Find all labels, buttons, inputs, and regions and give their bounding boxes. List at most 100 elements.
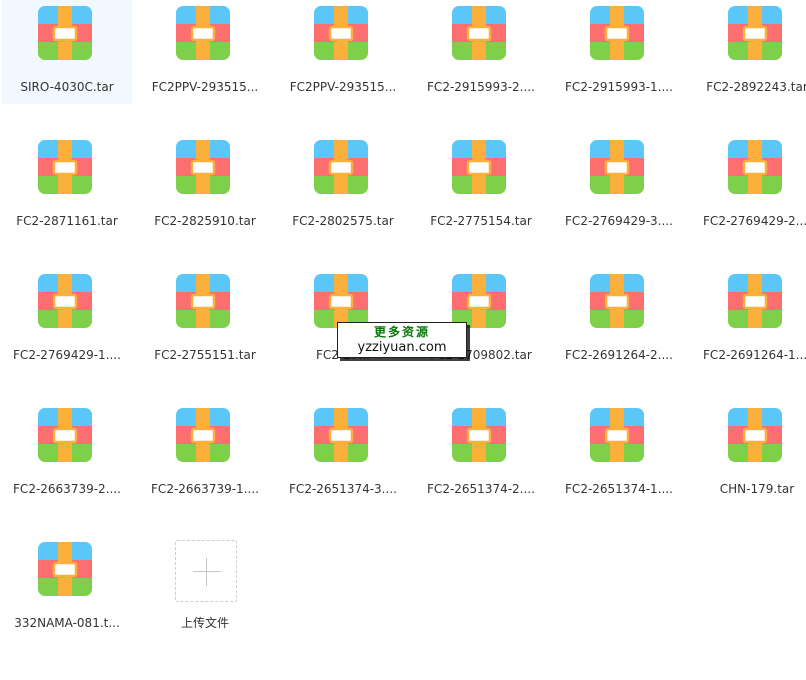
file-item[interactable]: SIRO-4030C.tar bbox=[2, 0, 132, 104]
upload-file-button[interactable]: 上传文件 bbox=[140, 536, 270, 640]
upload-file-label: 上传文件 bbox=[180, 616, 229, 630]
archive-file-icon-graphic bbox=[38, 542, 92, 596]
archive-file-icon bbox=[590, 274, 644, 328]
file-item[interactable]: FC2-2691264-2.... bbox=[554, 268, 684, 372]
file-item[interactable]: FC2-2663739-2.... bbox=[2, 402, 132, 506]
archive-file-icon bbox=[38, 408, 92, 462]
archive-file-icon-graphic bbox=[38, 408, 92, 462]
archive-file-icon-graphic bbox=[452, 274, 506, 328]
archive-file-icon bbox=[176, 6, 230, 60]
file-name: FC2PPV-293515... bbox=[289, 80, 397, 94]
file-item[interactable]: FC2-2769429-2.... bbox=[692, 134, 806, 238]
archive-file-icon-graphic bbox=[590, 140, 644, 194]
archive-file-icon bbox=[452, 6, 506, 60]
archive-file-icon bbox=[452, 140, 506, 194]
archive-file-icon-graphic bbox=[452, 6, 506, 60]
archive-file-icon bbox=[452, 274, 506, 328]
archive-file-icon bbox=[728, 140, 782, 194]
file-name: FC2-2871161.tar bbox=[16, 214, 118, 228]
archive-file-icon-graphic bbox=[314, 408, 368, 462]
watermark: 更多资源 yzziyuan.com bbox=[337, 322, 467, 358]
archive-file-icon-graphic bbox=[452, 408, 506, 462]
file-name: FC2PPV-293515... bbox=[151, 80, 259, 94]
archive-file-icon-graphic bbox=[590, 408, 644, 462]
file-name: FC2-2663739-2.... bbox=[13, 482, 121, 496]
file-name: FC2-2769429-1.... bbox=[13, 348, 121, 362]
file-item[interactable]: CHN-179.tar bbox=[692, 402, 806, 506]
file-item[interactable]: FC2PPV-293515... bbox=[140, 0, 270, 104]
archive-file-icon-graphic bbox=[728, 408, 782, 462]
archive-file-icon bbox=[728, 274, 782, 328]
file-item[interactable]: FC2-2755151.tar bbox=[140, 268, 270, 372]
archive-file-icon-graphic bbox=[38, 6, 92, 60]
file-name: CHN-179.tar bbox=[719, 482, 795, 496]
archive-file-icon bbox=[38, 542, 92, 596]
file-item[interactable]: FC2-2802575.tar bbox=[278, 134, 408, 238]
file-item[interactable]: FC2-2769429-1.... bbox=[2, 268, 132, 372]
archive-file-icon bbox=[314, 274, 368, 328]
archive-file-icon bbox=[728, 6, 782, 60]
archive-file-icon bbox=[176, 274, 230, 328]
file-item[interactable]: FC2-2915993-2.... bbox=[416, 0, 546, 104]
watermark-line2: yzziyuan.com bbox=[357, 340, 447, 355]
file-name: FC2-2769429-2.... bbox=[703, 214, 806, 228]
file-name: FC2-2769429-3.... bbox=[565, 214, 673, 228]
watermark-line1: 更多资源 bbox=[373, 325, 430, 339]
archive-file-icon-graphic bbox=[314, 274, 368, 328]
archive-file-icon bbox=[590, 408, 644, 462]
file-name: 332NAMA-081.t... bbox=[14, 616, 120, 630]
archive-file-icon bbox=[314, 6, 368, 60]
file-name: FC2-2691264-2.... bbox=[565, 348, 673, 362]
file-name: FC2-2915993-1.... bbox=[565, 80, 673, 94]
file-item[interactable]: FC2-2651374-2.... bbox=[416, 402, 546, 506]
archive-file-icon-graphic bbox=[314, 6, 368, 60]
archive-file-icon-graphic bbox=[314, 140, 368, 194]
archive-file-icon-graphic bbox=[176, 408, 230, 462]
file-item[interactable]: FC2-2915993-1.... bbox=[554, 0, 684, 104]
plus-icon[interactable] bbox=[175, 540, 237, 602]
file-item[interactable]: FC2-2663739-1.... bbox=[140, 402, 270, 506]
archive-file-icon-graphic bbox=[728, 274, 782, 328]
archive-file-icon bbox=[38, 140, 92, 194]
archive-file-icon bbox=[590, 140, 644, 194]
file-name: FC2-2825910.tar bbox=[154, 214, 256, 228]
archive-file-icon-graphic bbox=[590, 6, 644, 60]
file-name: FC2-2892243.tar bbox=[706, 80, 806, 94]
archive-file-icon-graphic bbox=[176, 140, 230, 194]
file-name: FC2-2691264-1.... bbox=[703, 348, 806, 362]
archive-file-icon bbox=[728, 408, 782, 462]
file-item[interactable]: FC2PPV-293515... bbox=[278, 0, 408, 104]
archive-file-icon-graphic bbox=[38, 274, 92, 328]
archive-file-icon-graphic bbox=[176, 274, 230, 328]
archive-file-icon-graphic bbox=[38, 140, 92, 194]
file-item[interactable]: FC2-2871161.tar bbox=[2, 134, 132, 238]
archive-file-icon bbox=[314, 140, 368, 194]
archive-file-icon bbox=[38, 6, 92, 60]
file-item[interactable]: FC2-2691264-1.... bbox=[692, 268, 806, 372]
file-name: FC2-2651374-3.... bbox=[289, 482, 397, 496]
archive-file-icon-graphic bbox=[728, 140, 782, 194]
archive-file-icon-graphic bbox=[728, 6, 782, 60]
file-item[interactable]: FC2-2892243.tar bbox=[692, 0, 806, 104]
archive-file-icon bbox=[176, 408, 230, 462]
archive-file-icon-graphic bbox=[452, 140, 506, 194]
archive-file-icon bbox=[314, 408, 368, 462]
file-item[interactable]: 332NAMA-081.t... bbox=[2, 536, 132, 640]
file-name: FC2-2755151.tar bbox=[154, 348, 256, 362]
archive-file-icon-graphic bbox=[176, 6, 230, 60]
archive-file-icon-graphic bbox=[590, 274, 644, 328]
archive-file-icon bbox=[452, 408, 506, 462]
file-name: FC2-2802575.tar bbox=[292, 214, 394, 228]
archive-file-icon bbox=[176, 140, 230, 194]
file-name: FC2-2651374-1.... bbox=[565, 482, 673, 496]
file-name: SIRO-4030C.tar bbox=[20, 80, 114, 94]
archive-file-icon bbox=[590, 6, 644, 60]
file-name: FC2-2775154.tar bbox=[430, 214, 532, 228]
file-item[interactable]: FC2-2651374-1.... bbox=[554, 402, 684, 506]
archive-file-icon bbox=[38, 274, 92, 328]
file-name: FC2-2651374-2.... bbox=[427, 482, 535, 496]
file-item[interactable]: FC2-2825910.tar bbox=[140, 134, 270, 238]
file-item[interactable]: FC2-2651374-3.... bbox=[278, 402, 408, 506]
file-item[interactable]: FC2-2769429-3.... bbox=[554, 134, 684, 238]
file-item[interactable]: FC2-2775154.tar bbox=[416, 134, 546, 238]
